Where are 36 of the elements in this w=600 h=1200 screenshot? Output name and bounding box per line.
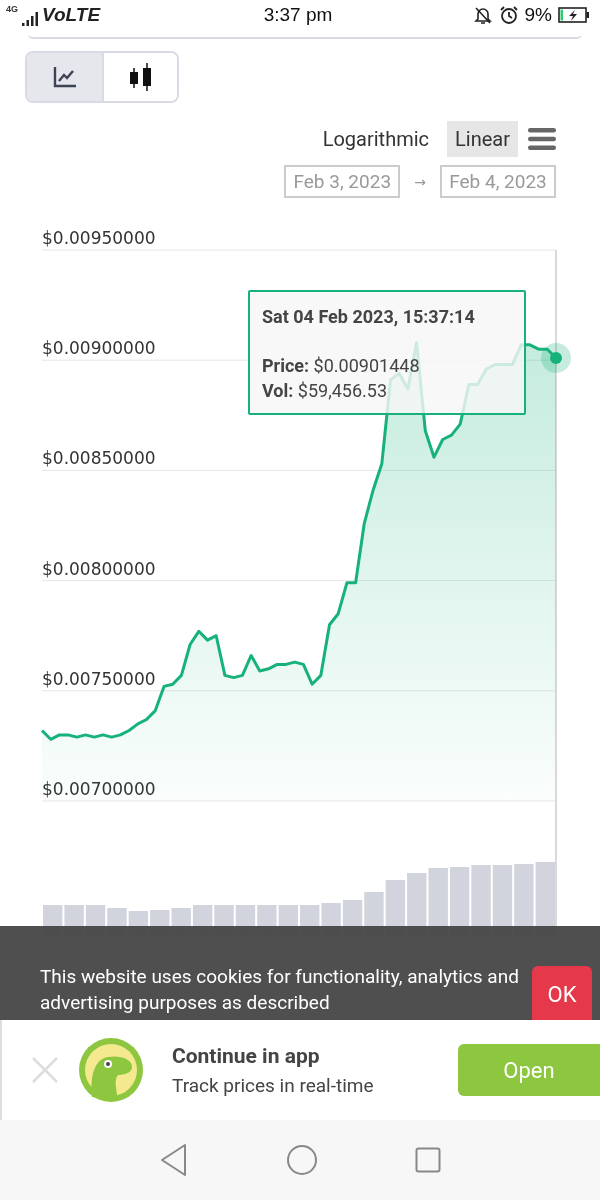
scale-option[interactable]: Linear xyxy=(447,121,518,157)
network-type: 4G xyxy=(6,4,18,14)
alarm-clock-icon xyxy=(498,5,519,25)
back-icon[interactable] xyxy=(158,1142,189,1178)
candlestick-icon xyxy=(128,62,153,92)
y-axis-label: $0.00700000 xyxy=(42,779,156,799)
date-range-arrow: → xyxy=(414,173,426,190)
hover-point xyxy=(541,343,571,373)
cookie-notice: This website uses cookies for functionality, analytics and advertising purposes as described xyxy=(40,964,520,1016)
candlestick-chart-button[interactable] xyxy=(102,53,177,101)
y-axis-label: $0.00750000 xyxy=(42,668,156,689)
app-banner-title: Continue in app xyxy=(172,1043,321,1068)
scale-option[interactable]: Logarithmic xyxy=(314,121,438,157)
y-axis-label: $0.00950000 xyxy=(42,228,156,248)
y-axis-label: $0.00900000 xyxy=(42,338,156,359)
battery-percent: 9% xyxy=(524,4,552,26)
accept-button[interactable]: OK xyxy=(532,966,592,1022)
recent-apps-icon[interactable] xyxy=(415,1147,442,1173)
clock-time: 3:37 pm xyxy=(263,4,333,26)
line-chart-button[interactable] xyxy=(27,53,102,101)
tooltip-date: Sat 04 Feb 2023, 15:37:14 xyxy=(262,306,476,327)
battery-charging-icon xyxy=(558,6,590,24)
line-chart-icon xyxy=(52,66,77,88)
bell-muted-icon xyxy=(472,5,493,25)
tooltip-value: Price: $0.00901448 xyxy=(262,354,421,378)
y-axis-label: $0.00850000 xyxy=(42,448,156,469)
signal-icon xyxy=(22,12,38,26)
lizard-logo-icon xyxy=(78,1037,144,1103)
app-banner-subtitle: Track prices in real-time xyxy=(172,1073,375,1097)
menu-icon[interactable] xyxy=(528,127,556,151)
date-from-field[interactable]: Feb 3, 2023 xyxy=(284,165,401,198)
tooltip-value: Vol: $59,456.53 xyxy=(262,379,389,403)
carrier-label: VoLTE xyxy=(42,4,101,26)
home-icon[interactable] xyxy=(286,1144,318,1176)
date-to-field[interactable]: Feb 4, 2023 xyxy=(440,165,556,198)
y-axis-label: $0.00800000 xyxy=(42,558,156,579)
